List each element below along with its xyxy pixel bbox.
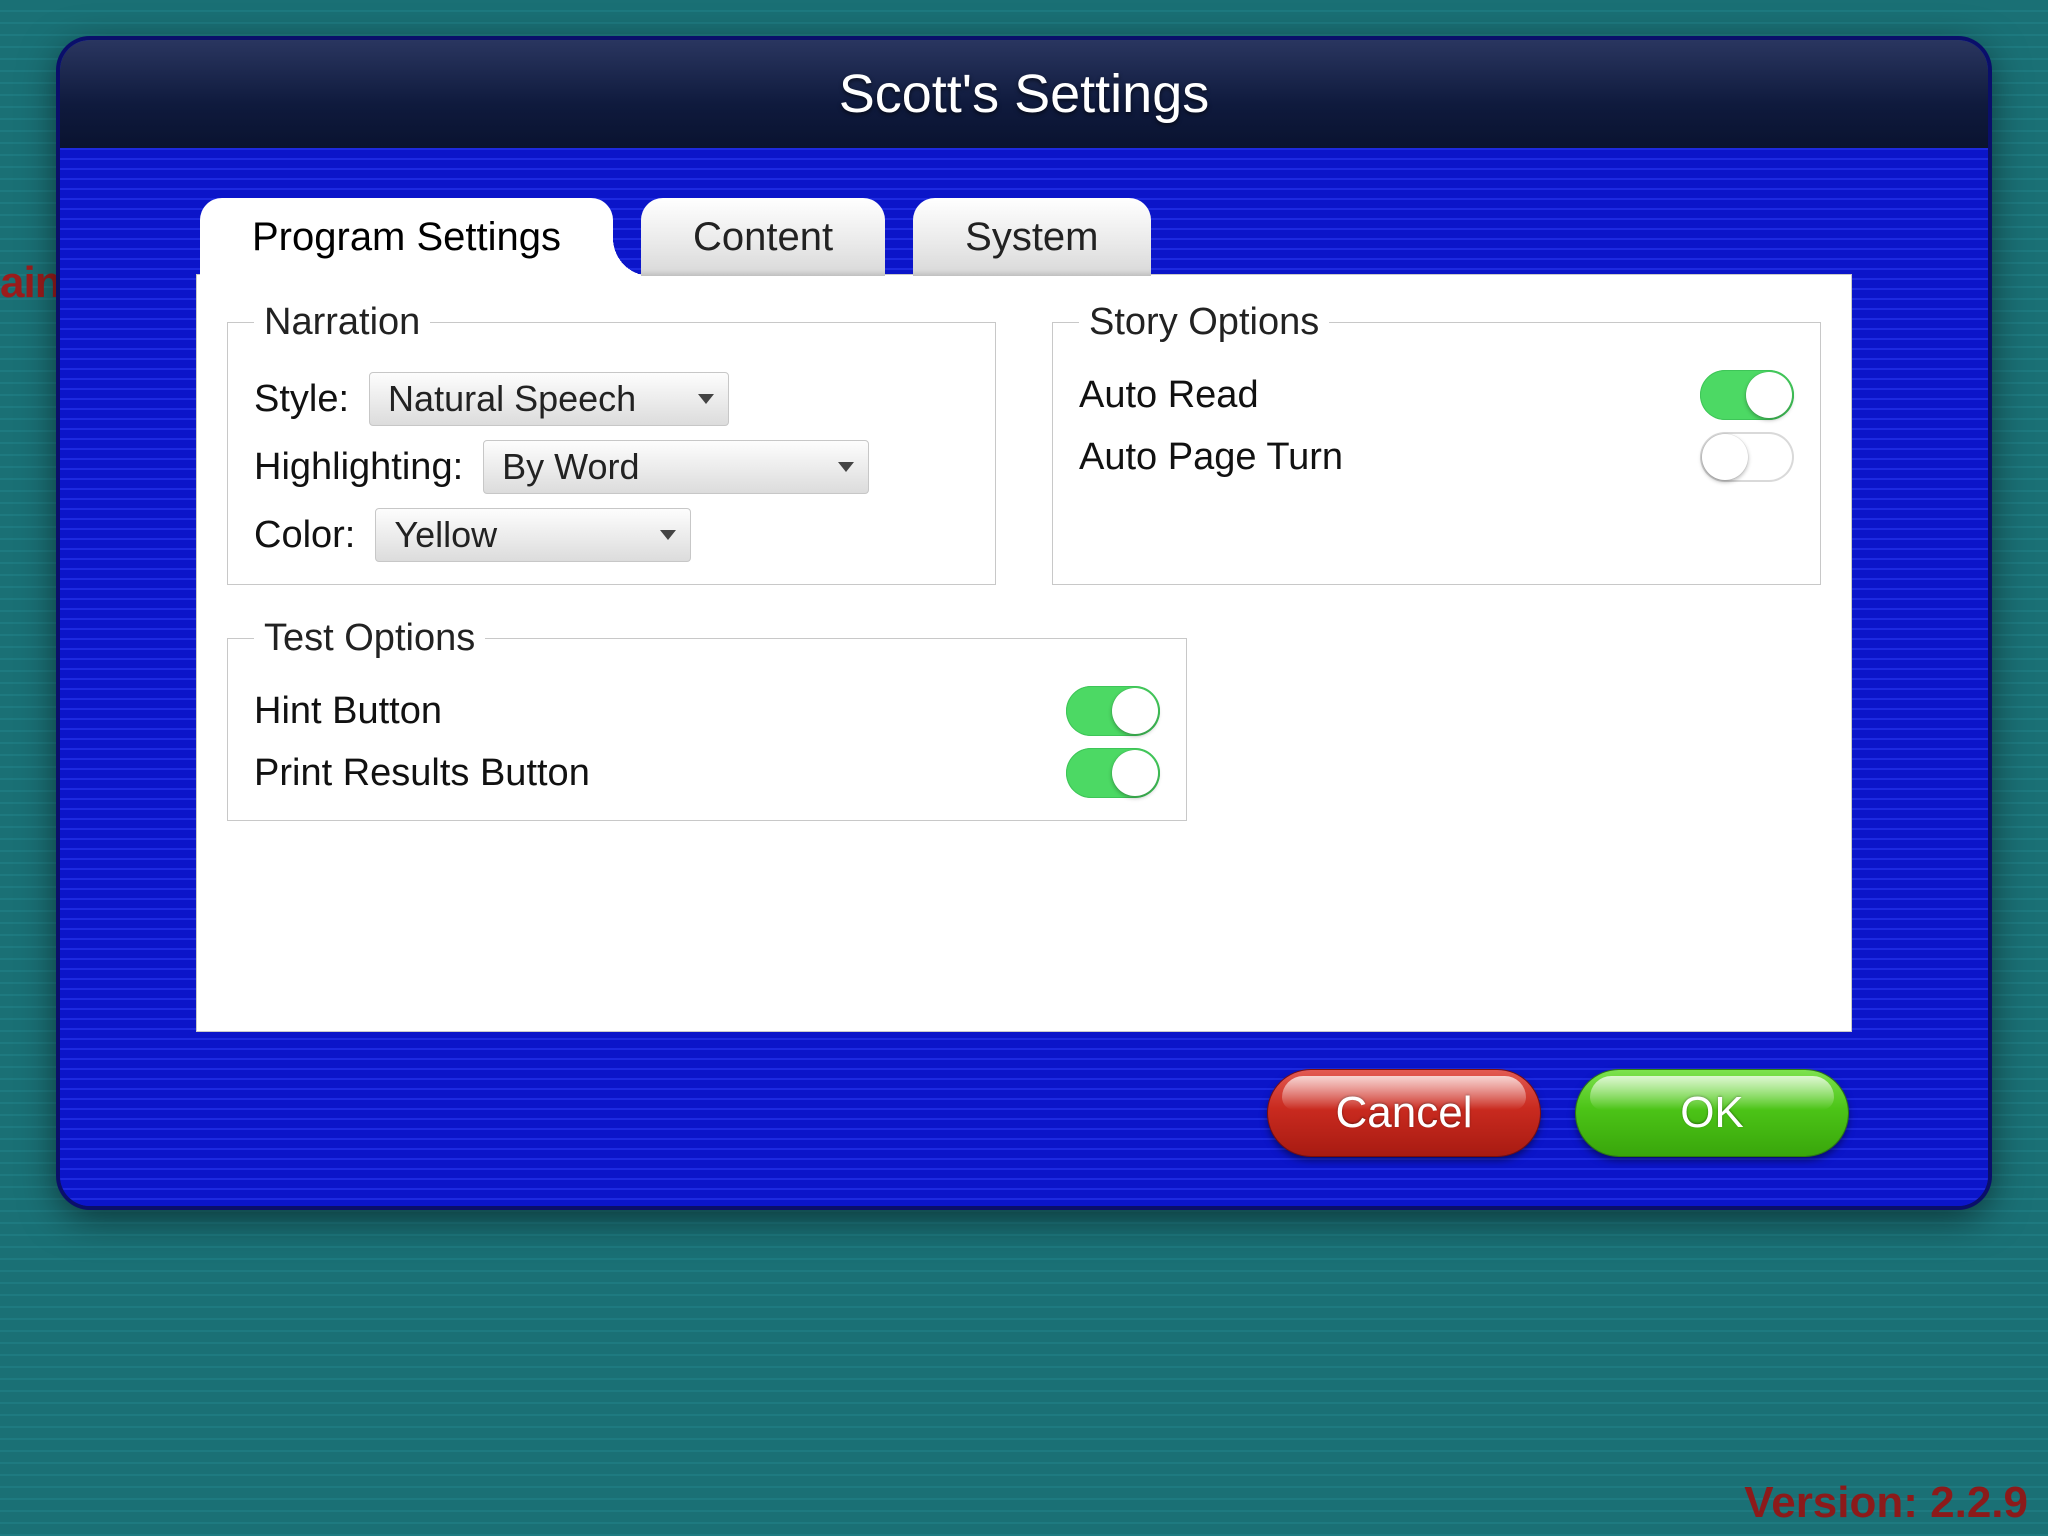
background-cut-text: ain (0, 258, 61, 308)
dialog-button-row: Cancel OK (1268, 1070, 1848, 1156)
tab-program-settings[interactable]: Program Settings (200, 198, 613, 276)
dropdown-color[interactable]: Yellow (375, 508, 691, 562)
dropdown-style[interactable]: Natural Speech (369, 372, 729, 426)
label-print-results: Print Results Button (254, 752, 590, 795)
tab-system[interactable]: System (913, 198, 1150, 276)
toggle-print-results[interactable] (1066, 748, 1160, 798)
label-highlighting: Highlighting: (254, 446, 463, 489)
dropdown-highlighting[interactable]: By Word (483, 440, 869, 494)
tab-panel-program-settings: Narration Style: Natural Speech Highligh… (196, 274, 1852, 1032)
group-legend-story: Story Options (1079, 301, 1329, 344)
tab-label: Program Settings (252, 215, 561, 259)
toggle-hint-button[interactable] (1066, 686, 1160, 736)
group-legend-narration: Narration (254, 301, 430, 344)
cancel-button-label: Cancel (1336, 1088, 1473, 1138)
tab-label: System (965, 215, 1098, 259)
version-label: Version: 2.2.9 (1744, 1478, 2028, 1528)
label-auto-page-turn: Auto Page Turn (1079, 436, 1343, 479)
label-auto-read: Auto Read (1079, 374, 1259, 417)
tab-content[interactable]: Content (641, 198, 885, 276)
ok-button-label: OK (1680, 1088, 1744, 1138)
label-hint-button: Hint Button (254, 690, 442, 733)
toggle-knob (1746, 372, 1792, 418)
chevron-down-icon (838, 462, 854, 472)
dropdown-style-value: Natural Speech (388, 378, 636, 420)
tab-label: Content (693, 215, 833, 259)
tabs-row: Program Settings Content System (200, 198, 1848, 276)
group-story-options: Story Options Auto Read Auto Page Turn (1052, 301, 1821, 585)
toggle-auto-read[interactable] (1700, 370, 1794, 420)
dropdown-color-value: Yellow (394, 514, 497, 556)
label-color: Color: (254, 514, 355, 557)
chevron-down-icon (698, 394, 714, 404)
toggle-auto-page-turn[interactable] (1700, 432, 1794, 482)
group-narration: Narration Style: Natural Speech Highligh… (227, 301, 996, 585)
dropdown-highlighting-value: By Word (502, 446, 639, 488)
toggle-knob (1702, 434, 1748, 480)
settings-dialog: Scott's Settings Program Settings Conten… (60, 40, 1988, 1206)
dialog-title: Scott's Settings (839, 63, 1210, 125)
chevron-down-icon (660, 530, 676, 540)
ok-button[interactable]: OK (1576, 1070, 1848, 1156)
cancel-button[interactable]: Cancel (1268, 1070, 1540, 1156)
label-style: Style: (254, 378, 349, 421)
group-legend-test: Test Options (254, 617, 485, 660)
dialog-titlebar: Scott's Settings (60, 40, 1988, 148)
toggle-knob (1112, 750, 1158, 796)
toggle-knob (1112, 688, 1158, 734)
group-test-options: Test Options Hint Button Print Results B… (227, 617, 1187, 821)
